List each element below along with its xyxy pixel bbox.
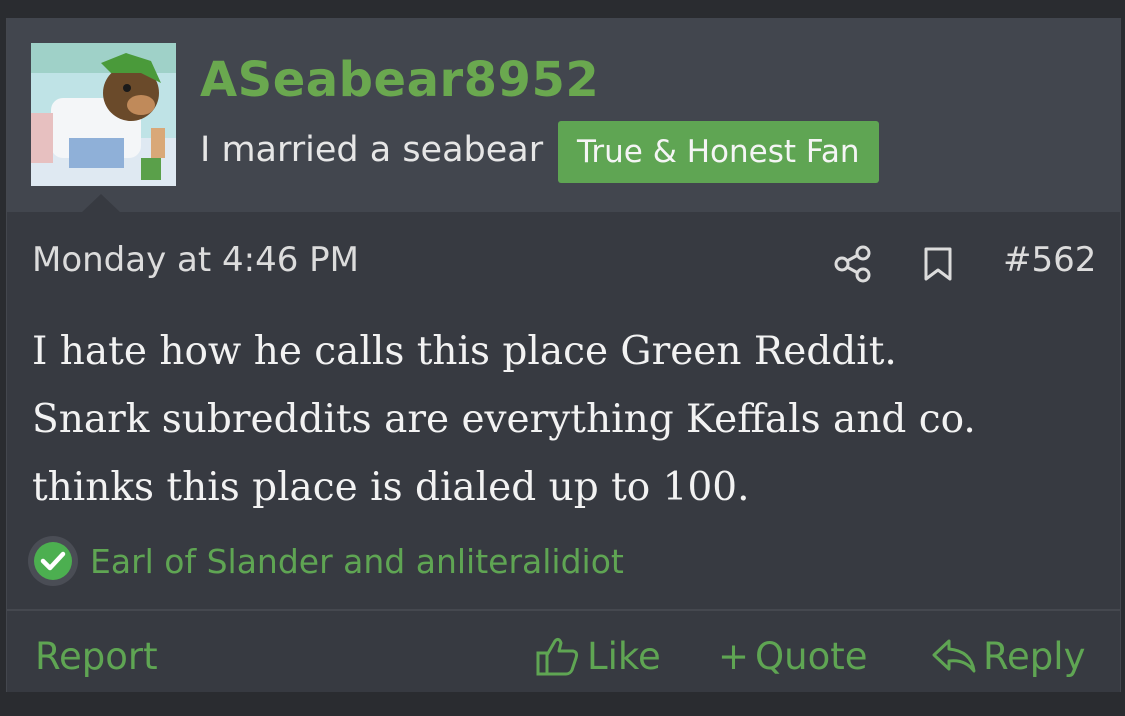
reactions-users[interactable]: Earl of Slander and anliteralidiot [90, 542, 624, 581]
post-date[interactable]: Monday at 4:46 PM [32, 240, 359, 280]
post-card: ASeabear8952 I married a seabear True & … [6, 18, 1121, 692]
user-header: ASeabear8952 I married a seabear True & … [7, 18, 1120, 212]
like-label: Like [587, 634, 661, 678]
reply-icon [932, 639, 976, 673]
post-body: I hate how he calls this place Green Red… [32, 318, 1102, 522]
username-link[interactable]: ASeabear8952 [200, 52, 599, 108]
reply-label: Reply [983, 634, 1086, 678]
report-button[interactable]: Report [35, 628, 158, 684]
post-body-line: I hate how he calls this place Green Red… [32, 329, 897, 374]
report-label: Report [35, 634, 158, 678]
header-arrow [81, 194, 121, 213]
bookmark-icon[interactable] [921, 246, 955, 282]
plus-icon: + [718, 634, 750, 678]
user-badge: True & Honest Fan [558, 121, 879, 183]
thumbs-up-icon [536, 637, 579, 676]
quote-label: Quote [755, 634, 868, 678]
post-body-line: thinks this place is dialed up to 100. [32, 465, 750, 510]
share-icon[interactable] [833, 244, 873, 284]
divider [7, 609, 1120, 611]
avatar[interactable] [31, 43, 176, 186]
quote-button[interactable]: + Quote [718, 628, 868, 684]
check-icon [28, 536, 78, 586]
reply-button[interactable]: Reply [931, 628, 1085, 684]
post-number-link[interactable]: #562 [1003, 240, 1096, 280]
post-body-line: Snark subreddits are everything Keffals … [32, 397, 976, 442]
user-title: I married a seabear [200, 130, 544, 170]
like-button[interactable]: Like [535, 628, 661, 684]
reactions-bar: Earl of Slander and anliteralidiot [28, 531, 624, 591]
